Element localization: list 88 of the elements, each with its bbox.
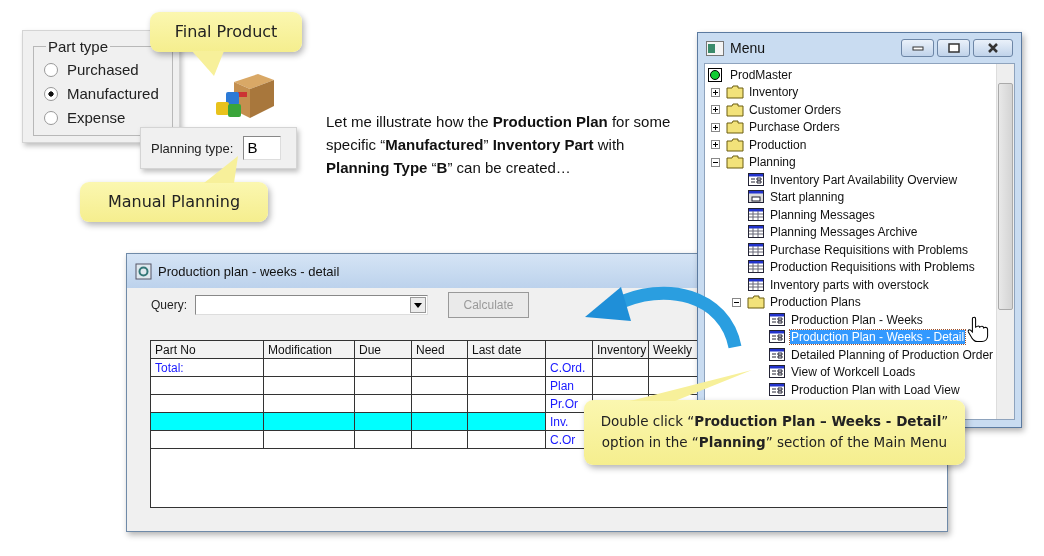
column-header: Last date <box>467 341 546 359</box>
tree-item[interactable]: Planning Messages <box>769 207 876 222</box>
radio-button[interactable] <box>44 110 58 125</box>
table-icon <box>747 259 765 276</box>
dropdown-icon <box>410 297 426 313</box>
maximize-button[interactable] <box>937 39 970 57</box>
table-cell <box>411 430 468 449</box>
table-cell <box>411 358 468 377</box>
table-cell <box>411 376 468 395</box>
column-header: Need <box>411 341 468 359</box>
table-cell <box>354 430 412 449</box>
expand-icon[interactable] <box>711 87 720 97</box>
table-cell <box>354 376 412 395</box>
window-title: Menu <box>730 40 766 56</box>
field-label: Query: <box>151 298 187 312</box>
column-header: Modification <box>263 341 355 359</box>
form-icon <box>768 346 786 363</box>
tree-item[interactable]: Inventory <box>748 85 800 100</box>
window-icon <box>706 40 724 56</box>
window-title: Production plan - weeks - detail <box>158 263 340 279</box>
table-cell <box>354 358 412 377</box>
folder-icon <box>726 154 744 171</box>
column-header: Due <box>354 341 412 359</box>
intro-paragraph: Let me illustrate how the Production Plan for some specific “Manufactured” Inventory Part with Planning Type “B” can be created… <box>326 112 672 178</box>
table-cell: C.Ord. <box>545 358 593 377</box>
tree-item[interactable]: Production <box>748 137 808 152</box>
tree-item[interactable]: Production Plans <box>769 295 862 310</box>
table-icon <box>747 224 765 241</box>
field-label: Planning type: <box>151 140 234 156</box>
tree-item[interactable]: Purchase Requisitions with Problems <box>769 242 970 257</box>
tree-item[interactable]: Inventory parts with overstock <box>769 277 930 292</box>
form-icon <box>768 381 786 398</box>
status-icon <box>707 66 725 83</box>
table-icon <box>747 276 765 293</box>
callout: Double click “Production Plan – Weeks - Detail” option in the “Planning” section of the Main Menu <box>584 400 965 465</box>
collapse-icon[interactable] <box>732 297 741 307</box>
tree-item[interactable]: Planning Messages Archive <box>769 225 919 240</box>
tree-item[interactable]: ProdMaster <box>729 67 794 82</box>
table-icon <box>747 241 765 258</box>
tree-item[interactable]: Detailed Planning of Production Order <box>790 347 995 362</box>
form-icon <box>768 311 786 328</box>
form-icon <box>747 189 765 206</box>
scrollbar[interactable] <box>996 64 1014 419</box>
table-cell <box>592 358 649 377</box>
tree-item[interactable]: Inventory Part Availability Overview <box>769 172 959 187</box>
radio-button[interactable] <box>44 86 58 101</box>
maximize-icon <box>947 43 960 53</box>
tree-item[interactable]: Customer Orders <box>748 102 843 117</box>
tree-item[interactable]: Production Plan - Weeks <box>790 312 924 327</box>
expand-icon[interactable] <box>711 105 720 115</box>
tree-item[interactable]: Start planning <box>769 190 846 205</box>
folder-icon <box>726 119 744 136</box>
table-icon <box>747 206 765 223</box>
callout: Manual Planning <box>80 182 268 222</box>
close-button[interactable] <box>973 39 1013 57</box>
table-cell <box>411 394 468 413</box>
tree-item[interactable]: Purchase Orders <box>748 120 841 135</box>
radio-label[interactable]: Purchased <box>67 61 139 78</box>
folder-icon <box>726 101 744 118</box>
tree-item[interactable]: Production Plan with Load View <box>790 382 961 397</box>
radio-button[interactable] <box>44 62 58 77</box>
query-dropdown[interactable] <box>195 295 428 315</box>
form-icon <box>768 364 786 381</box>
hand-cursor-icon <box>966 316 990 344</box>
tree-item[interactable]: Planning <box>748 155 797 170</box>
tree-item[interactable]: View of Workcell Loads <box>790 365 917 380</box>
expand-icon[interactable] <box>711 122 720 132</box>
table-cell: Plan <box>545 376 593 395</box>
form-icon <box>747 171 765 188</box>
close-icon <box>987 43 999 53</box>
folder-icon <box>726 84 744 101</box>
folder-icon <box>726 136 744 153</box>
form-icon <box>768 329 786 346</box>
column-header: Part No <box>151 341 264 359</box>
expand-icon[interactable] <box>711 140 720 150</box>
collapse-icon[interactable] <box>711 157 720 167</box>
table-cell <box>354 394 412 413</box>
window-icon <box>135 262 152 280</box>
tree-item[interactable]: Production Requisitions with Problems <box>769 260 976 275</box>
folder-icon <box>747 294 765 311</box>
radio-label[interactable]: Expense <box>67 109 126 126</box>
minimize-button[interactable] <box>901 39 934 57</box>
input-field[interactable]: B <box>243 136 282 160</box>
column-header: Inventory <box>592 341 649 359</box>
callout: Final Product <box>150 12 302 52</box>
minimize-icon <box>911 45 924 51</box>
radio-label[interactable]: Manufactured <box>67 85 159 102</box>
table-cell: Total: <box>151 358 264 377</box>
